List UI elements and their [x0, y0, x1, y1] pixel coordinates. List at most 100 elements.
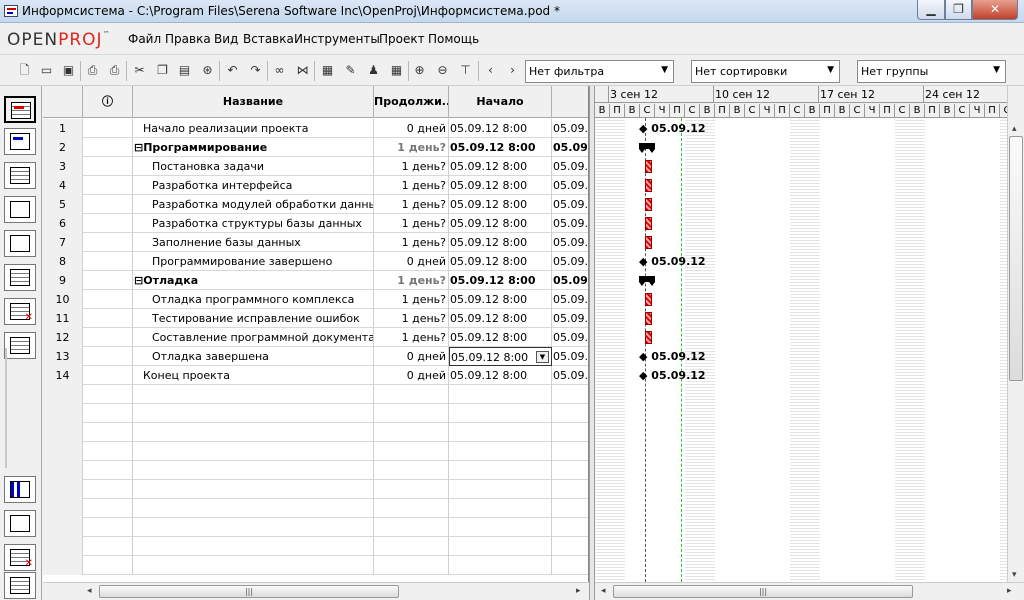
task-name-cell[interactable]: Программирование завершено — [133, 252, 374, 271]
info-cell[interactable] — [83, 537, 133, 556]
finish-cell[interactable] — [552, 537, 588, 556]
finish-cell[interactable]: 05.09. — [552, 176, 588, 195]
gantt-view-button[interactable] — [4, 96, 36, 123]
maximize-button[interactable]: ❐ — [945, 0, 972, 20]
date-picker-dropdown-icon[interactable]: ▼ — [536, 351, 549, 363]
start-cell[interactable]: 05.09.12 8:00 — [449, 290, 552, 309]
filter-select[interactable]: Нет фильтра ▼ — [525, 60, 674, 83]
finish-cell[interactable]: 05.09. — [552, 271, 588, 290]
start-cell[interactable]: 05.09.12 8:00 — [449, 309, 552, 328]
rbs-view-button[interactable] — [4, 230, 36, 257]
duration-cell[interactable]: 1 день? — [374, 138, 449, 157]
calendar-icon[interactable]: ▦ — [388, 62, 405, 79]
task-bar[interactable] — [645, 236, 652, 249]
table-row[interactable]: 9 ⊟Отладка 1 день? 05.09.12 8:00 05.09. — [43, 271, 588, 290]
network-view-button[interactable] — [4, 128, 36, 155]
table-row[interactable]: 2 ⊟Программирование 1 день? 05.09.12 8:00 05… — [43, 138, 588, 157]
start-cell[interactable]: 05.09.12 8:00 — [449, 366, 552, 385]
start-cell[interactable] — [449, 404, 552, 423]
start-cell[interactable] — [449, 461, 552, 480]
duration-cell[interactable]: 0 дней — [374, 347, 449, 366]
finish-cell[interactable]: 05.09. — [552, 233, 588, 252]
cut-icon[interactable]: ✂ — [131, 62, 148, 79]
info-cell[interactable] — [83, 290, 133, 309]
zoom-out-icon[interactable]: ⊖ — [434, 62, 451, 79]
table-row[interactable] — [43, 385, 588, 404]
task-usage-bottom-button[interactable]: ✕ — [4, 544, 36, 571]
info-cell[interactable] — [83, 214, 133, 233]
table-row[interactable] — [43, 442, 588, 461]
start-cell[interactable] — [449, 385, 552, 404]
start-cell[interactable]: 05.09.12 8:00 — [449, 138, 552, 157]
start-cell[interactable]: 05.09.12 8:00 — [449, 195, 552, 214]
info-column-header[interactable]: ⓘ — [83, 86, 133, 118]
minimize-button[interactable]: ▁ — [917, 0, 945, 20]
task-name-cell[interactable]: Конец проекта — [133, 366, 374, 385]
vertical-scroll-thumb[interactable] — [1009, 136, 1023, 381]
duration-cell[interactable]: 0 дней — [374, 119, 449, 138]
finish-cell[interactable] — [552, 404, 588, 423]
duration-cell[interactable] — [374, 499, 449, 518]
finish-cell[interactable]: 05.09. — [552, 290, 588, 309]
table-row[interactable]: 3 Постановка задачи 1 день? 05.09.12 8:00 05… — [43, 157, 588, 176]
finish-cell[interactable] — [552, 499, 588, 518]
finish-cell[interactable]: 05.09. — [552, 347, 588, 366]
undo-icon[interactable]: ↶ — [224, 62, 241, 79]
start-cell[interactable]: 05.09.12 8:00 ▼ — [449, 347, 552, 366]
summary-bar[interactable] — [639, 143, 655, 153]
start-cell[interactable]: 05.09.12 8:00 — [449, 328, 552, 347]
task-name-cell[interactable] — [133, 537, 374, 556]
task-name-cell[interactable] — [133, 518, 374, 537]
duration-cell[interactable] — [374, 537, 449, 556]
start-cell[interactable] — [449, 537, 552, 556]
table-row[interactable]: 8 Программирование завершено 0 дней 05.09.1… — [43, 252, 588, 271]
table-row[interactable] — [43, 537, 588, 556]
finish-cell[interactable]: 05.09. — [552, 157, 588, 176]
duration-column-header[interactable]: Продолжи... — [374, 86, 449, 118]
task-name-cell[interactable]: Отладка программного комплекса — [133, 290, 374, 309]
menu-file[interactable]: Файл — [128, 32, 161, 46]
table-row[interactable]: 6 Разработка структуры базы данных 1 день?… — [43, 214, 588, 233]
resource-usage-view-button[interactable] — [4, 332, 36, 359]
resource-usage-bottom-button[interactable] — [4, 572, 36, 599]
duration-cell[interactable]: 1 день? — [374, 233, 449, 252]
task-name-cell[interactable]: ⊟Программирование — [133, 138, 374, 157]
milestone[interactable]: ◆ 05.09.12 — [639, 252, 706, 271]
finish-cell[interactable] — [552, 442, 588, 461]
print-icon[interactable]: ⎙ — [84, 62, 101, 79]
task-name-cell[interactable]: Составление программной документации — [133, 328, 374, 347]
redo-icon[interactable]: ↷ — [247, 62, 264, 79]
sort-select[interactable]: Нет сортировки ▼ — [691, 60, 840, 83]
report-view-button[interactable] — [4, 264, 36, 291]
task-bar[interactable] — [645, 331, 652, 344]
gantt-horizontal-scrollbar[interactable]: ◂ ||| ▸ — [595, 582, 1024, 599]
finish-cell[interactable]: 05.09. — [552, 309, 588, 328]
resources-view-button[interactable] — [4, 162, 36, 189]
table-row[interactable]: 1 Начало реализации проекта 0 дней 05.09.12… — [43, 119, 588, 138]
finish-cell[interactable] — [552, 423, 588, 442]
duration-cell[interactable] — [374, 461, 449, 480]
info-cell[interactable] — [83, 176, 133, 195]
start-cell[interactable]: 05.09.12 8:00 — [449, 252, 552, 271]
start-cell[interactable]: 05.09.12 8:00 — [449, 176, 552, 195]
task-name-cell[interactable]: ⊟Отладка — [133, 271, 374, 290]
finish-cell[interactable] — [552, 556, 588, 575]
close-button[interactable]: ✕ — [972, 0, 1018, 20]
start-cell[interactable]: 05.09.12 8:00 — [449, 271, 552, 290]
task-name-cell[interactable]: Разработка структуры базы данных — [133, 214, 374, 233]
notes-icon[interactable]: ✎ — [342, 62, 359, 79]
table-row[interactable]: 11 Тестирование исправление ошибок 1 день?… — [43, 309, 588, 328]
task-info-icon[interactable]: ▦ — [319, 62, 336, 79]
task-bar[interactable] — [645, 312, 652, 325]
gantt-scroll-thumb[interactable]: ||| — [613, 585, 913, 598]
table-row[interactable]: 13 Отладка завершена 0 дней 05.09.12 8:00 ▼ 0… — [43, 347, 588, 366]
finish-cell[interactable]: 05.09. — [552, 252, 588, 271]
task-name-cell[interactable]: Тестирование исправление ошибок — [133, 309, 374, 328]
menu-project[interactable]: Проект — [379, 32, 425, 46]
save-icon[interactable]: ▣ — [60, 62, 77, 79]
table-row[interactable] — [43, 518, 588, 537]
info-cell[interactable] — [83, 328, 133, 347]
finish-cell[interactable]: 05.09. — [552, 366, 588, 385]
unlink-icon[interactable]: ⋈ — [294, 62, 311, 79]
menu-view[interactable]: Вид — [214, 32, 238, 46]
